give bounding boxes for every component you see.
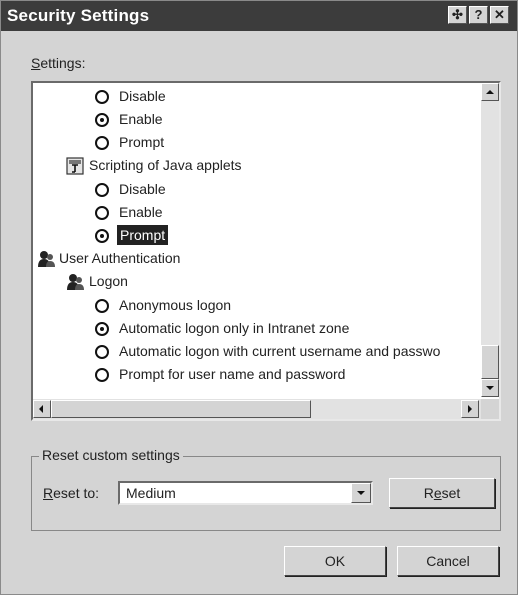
scrollbar-corner [481,399,499,419]
chevron-down-icon [486,386,494,390]
list-item[interactable]: Automatic logon with current username an… [119,341,440,361]
chevron-right-icon [468,405,472,413]
list-item[interactable]: Disable [119,86,166,106]
list-item[interactable]: Prompt for user name and password [119,364,345,384]
vertical-scrollbar[interactable] [481,83,499,397]
reset-level-select[interactable]: Medium [118,481,373,505]
prompt-logon-radio[interactable] [95,368,109,382]
disable-radio[interactable] [95,183,109,197]
horizontal-scroll-thumb[interactable] [51,400,311,418]
reset-to-label: Reset to: [43,485,100,501]
move-button[interactable]: ✣ [448,6,467,24]
list-item[interactable]: Enable [119,109,163,129]
enable-radio[interactable] [95,206,109,220]
anonymous-logon-radio[interactable] [95,299,109,313]
title-bar[interactable]: Security Settings ✣ ? ✕ [1,1,517,31]
list-item[interactable]: Scripting of Java applets [89,155,242,175]
scroll-left-button[interactable] [33,400,51,418]
enable-radio[interactable] [95,113,109,127]
list-item[interactable]: User Authentication [59,248,180,268]
ok-button[interactable]: OK [284,546,386,576]
settings-tree-list[interactable]: Disable Enable Prompt Scripting of Java … [31,81,501,421]
prompt-radio[interactable] [95,136,109,150]
list-item-selected[interactable]: Prompt [117,225,169,245]
scroll-up-button[interactable] [481,83,499,101]
prompt-radio[interactable] [95,229,109,243]
list-item[interactable]: Logon [89,271,128,291]
logon-icon [67,274,84,290]
disable-radio[interactable] [95,90,109,104]
reset-button[interactable]: Reset [389,478,495,508]
cancel-button[interactable]: Cancel [397,546,499,576]
list-item[interactable]: Disable [119,179,166,199]
list-item[interactable]: Anonymous logon [119,295,231,315]
list-item[interactable]: Enable [119,202,163,222]
intranet-logon-radio[interactable] [95,322,109,336]
reset-level-dropdown-button[interactable] [351,483,371,503]
current-user-logon-radio[interactable] [95,345,109,359]
user-authentication-icon [38,251,55,267]
vertical-scroll-thumb[interactable] [481,345,499,379]
settings-label: Settings: [31,55,86,71]
scroll-down-button[interactable] [481,379,499,397]
chevron-down-icon [357,491,365,495]
list-item[interactable]: Automatic logon only in Intranet zone [119,318,349,338]
horizontal-scrollbar[interactable] [33,399,481,419]
chevron-up-icon [486,90,494,94]
dialog-title: Security Settings [7,6,150,25]
security-settings-dialog: Security Settings ✣ ? ✕ Settings: Disabl… [0,0,518,595]
java-scripting-icon [66,157,84,175]
chevron-left-icon [39,405,43,413]
reset-level-value: Medium [126,485,176,501]
help-button[interactable]: ? [469,6,488,24]
scroll-right-button[interactable] [461,400,479,418]
reset-group-title: Reset custom settings [39,447,183,463]
close-button[interactable]: ✕ [490,6,509,24]
list-item[interactable]: Prompt [119,132,164,152]
